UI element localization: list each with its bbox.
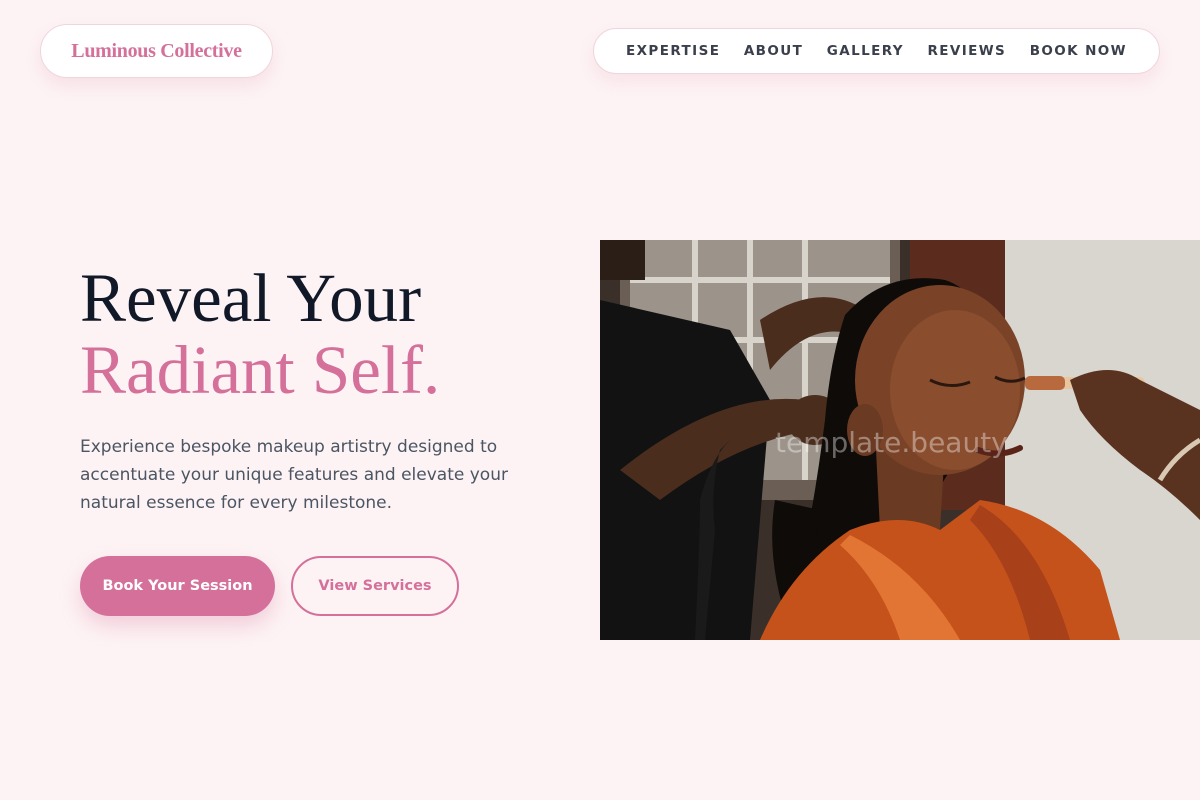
- nav-item-expertise[interactable]: EXPERTISE: [626, 43, 720, 59]
- nav-item-reviews[interactable]: REVIEWS: [927, 43, 1006, 59]
- hero-title-line-2: Radiant Self.: [80, 332, 441, 408]
- image-watermark: template.beauty: [775, 426, 1008, 459]
- brand-logo[interactable]: Luminous Collective: [40, 24, 273, 78]
- main-nav: EXPERTISE ABOUT GALLERY REVIEWS BOOK NOW: [593, 28, 1160, 74]
- nav-item-book-now[interactable]: BOOK NOW: [1030, 43, 1127, 59]
- hero-title: Reveal Your Radiant Self.: [80, 262, 440, 406]
- hero-description: Experience bespoke makeup artistry desig…: [80, 437, 508, 513]
- hero-image: template.beauty: [600, 240, 1200, 640]
- book-session-button[interactable]: Book Your Session: [80, 556, 275, 616]
- view-services-button[interactable]: View Services: [291, 556, 459, 616]
- nav-item-about[interactable]: ABOUT: [744, 43, 803, 59]
- nav-item-gallery[interactable]: GALLERY: [827, 43, 904, 59]
- hero-title-line-1: Reveal Your: [80, 260, 422, 336]
